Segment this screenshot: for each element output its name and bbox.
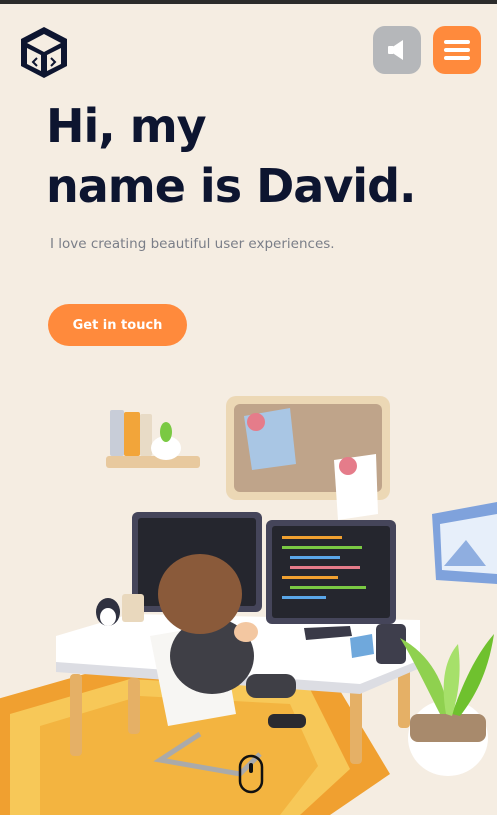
get-in-touch-button[interactable]: Get in touch xyxy=(48,304,187,346)
developer-desk-illustration xyxy=(0,396,497,815)
sound-toggle-button[interactable] xyxy=(373,26,421,74)
potted-plant xyxy=(400,634,494,776)
picture-frame xyxy=(432,502,497,584)
headline-line-1: Hi, my xyxy=(46,99,207,153)
wall-shelf xyxy=(106,410,200,468)
tagline: I love creating beautiful user experienc… xyxy=(50,236,335,252)
page-title: Hi, my name is David. xyxy=(46,96,486,216)
cork-board xyxy=(226,396,390,520)
speaker-icon xyxy=(388,40,403,60)
menu-button[interactable] xyxy=(433,26,481,74)
headline-line-2: name is David. xyxy=(46,159,416,213)
code-cube-logo-icon[interactable] xyxy=(18,24,70,80)
hamburger-icon xyxy=(444,40,470,60)
mouse-icon[interactable] xyxy=(238,754,264,794)
